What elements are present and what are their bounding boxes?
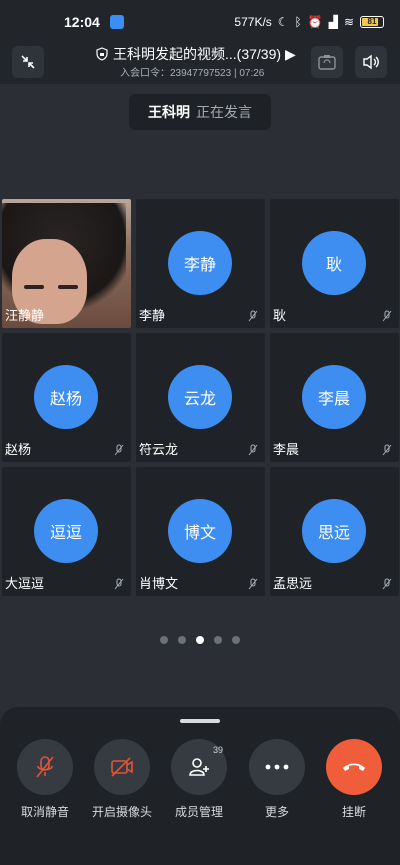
alarm-icon: ⏰ xyxy=(307,15,323,29)
status-bar: 12:04 577K/s ☾ ᛒ ⏰ ▟ ≋ 81 xyxy=(0,0,400,44)
more-button[interactable]: 更多 xyxy=(245,739,309,820)
participant-name: 大逗逗 xyxy=(5,576,45,591)
switch-camera-button[interactable] xyxy=(311,46,343,78)
participant-name: 赵杨 xyxy=(5,442,32,457)
mic-muted-icon xyxy=(248,444,258,456)
active-speaker-name: 王科明 xyxy=(148,104,190,120)
meeting-title-text: 王科明发起的视频...(37/39) xyxy=(113,46,282,62)
participant-tile[interactable]: 汪静静 xyxy=(2,199,131,328)
more-circle[interactable] xyxy=(249,739,305,795)
members-label: 成员管理 xyxy=(174,805,223,819)
signal-icon: ▟ xyxy=(328,15,338,29)
mic-muted-icon xyxy=(382,310,392,322)
unmute-button[interactable]: 取消静音 xyxy=(13,739,77,820)
participant-grid: 汪静静 李静 李静 耿 耿 赵杨 赵杨 云龙 符云龙 李晨 李晨 逗逗 大逗逗 … xyxy=(2,199,399,596)
hangup-circle[interactable] xyxy=(326,739,382,795)
page-dot[interactable] xyxy=(214,636,222,644)
speaker-icon xyxy=(363,54,379,70)
participant-tile[interactable]: 耿 耿 xyxy=(270,199,399,328)
switch-camera-icon xyxy=(318,55,336,70)
hangup-label: 挂断 xyxy=(341,805,366,819)
participant-tile[interactable]: 逗逗 大逗逗 xyxy=(2,467,131,596)
camera-circle[interactable] xyxy=(94,739,150,795)
members-button[interactable]: 39 成员管理 xyxy=(167,739,231,820)
members-count: 39 xyxy=(212,745,223,755)
participant-name: 李晨 xyxy=(273,442,300,457)
hangup-phone-icon xyxy=(343,763,365,771)
unmute-label: 取消静音 xyxy=(20,805,69,819)
meeting-title[interactable]: 王科明发起的视频...(37/39) ▶ xyxy=(95,44,296,64)
mic-muted-icon xyxy=(114,578,124,590)
page-dot[interactable] xyxy=(160,636,168,644)
active-speaker-indicator: 王科明 正在发言 xyxy=(129,94,271,130)
battery-icon: 81 xyxy=(360,16,384,28)
participant-name: 耿 xyxy=(273,308,287,323)
more-label: 更多 xyxy=(264,805,289,819)
participant-tile[interactable]: 赵杨 赵杨 xyxy=(2,333,131,462)
meeting-header: 王科明发起的视频...(37/39) ▶ 入会口令：23947797523 | … xyxy=(0,44,400,84)
status-time: 12:04 xyxy=(64,14,100,30)
participant-avatar: 思远 xyxy=(302,499,366,563)
speaker-button[interactable] xyxy=(355,46,387,78)
mic-muted-icon xyxy=(248,310,258,322)
minimize-icon xyxy=(21,55,35,69)
participant-tile[interactable]: 博文 肖博文 xyxy=(136,467,265,596)
mic-muted-icon xyxy=(36,756,54,778)
participant-tile[interactable]: 李静 李静 xyxy=(136,199,265,328)
participant-name: 李静 xyxy=(139,308,166,323)
network-speed: 577K/s xyxy=(234,15,272,29)
participant-tile[interactable]: 李晨 李晨 xyxy=(270,333,399,462)
participant-name: 肖博文 xyxy=(139,576,179,591)
hangup-button[interactable]: 挂断 xyxy=(322,739,386,820)
members-circle[interactable]: 39 xyxy=(171,739,227,795)
page-dot[interactable] xyxy=(178,636,186,644)
page-indicator xyxy=(160,636,240,644)
participant-avatar: 耿 xyxy=(302,231,366,295)
lock-shield-icon xyxy=(96,47,108,61)
participant-avatar: 李晨 xyxy=(302,365,366,429)
play-icon: ▶ xyxy=(285,45,296,62)
status-indicators: 577K/s ☾ ᛒ ⏰ ▟ ≋ 81 xyxy=(234,15,384,29)
participant-avatar: 博文 xyxy=(168,499,232,563)
participant-avatar: 李静 xyxy=(168,231,232,295)
page-dot-active[interactable] xyxy=(196,636,204,644)
panel-grabber[interactable] xyxy=(180,719,220,723)
more-icon xyxy=(265,764,289,770)
moon-icon: ☾ xyxy=(277,15,289,29)
minimize-button[interactable] xyxy=(12,46,44,78)
meeting-code: 入会口令：23947797523 | 07:26 xyxy=(120,68,265,79)
control-panel: 取消静音 开启摄像头 39 成员管理 更多 挂断 xyxy=(0,707,400,865)
camera-off-icon xyxy=(111,757,133,777)
participant-tile[interactable]: 云龙 符云龙 xyxy=(136,333,265,462)
participant-tile[interactable]: 思远 孟思远 xyxy=(270,467,399,596)
mic-muted-icon xyxy=(382,444,392,456)
mic-muted-icon xyxy=(114,444,124,456)
mic-muted-icon xyxy=(248,578,258,590)
wifi-icon: ≋ xyxy=(343,15,354,29)
app-notification-icon xyxy=(109,15,124,29)
participant-avatar: 云龙 xyxy=(168,365,232,429)
page-dot[interactable] xyxy=(232,636,240,644)
unmute-circle[interactable] xyxy=(17,739,73,795)
add-member-icon xyxy=(189,758,209,776)
participant-name: 汪静静 xyxy=(5,308,45,323)
camera-button[interactable]: 开启摄像头 xyxy=(90,739,154,820)
bluetooth-icon: ᛒ xyxy=(294,15,302,29)
mic-muted-icon xyxy=(382,578,392,590)
battery-level: 81 xyxy=(367,17,377,26)
participant-avatar: 逗逗 xyxy=(34,499,98,563)
participant-avatar: 赵杨 xyxy=(34,365,98,429)
participant-name: 符云龙 xyxy=(139,442,179,457)
camera-label: 开启摄像头 xyxy=(91,805,152,819)
active-speaker-status: 正在发言 xyxy=(196,104,252,120)
participant-name: 孟思远 xyxy=(273,576,313,591)
